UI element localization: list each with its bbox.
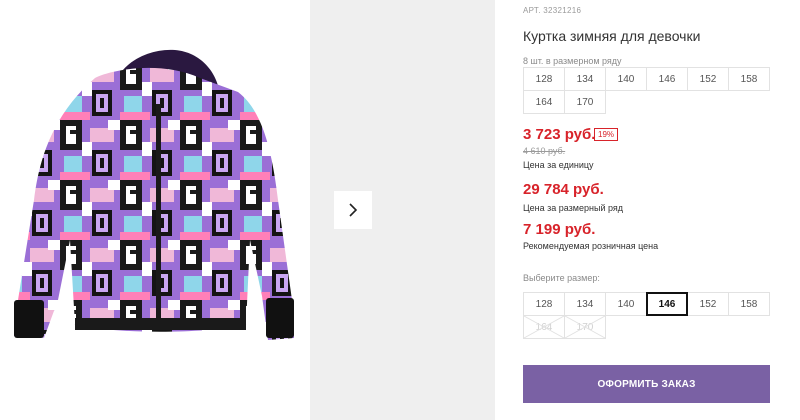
size-option: 170: [564, 315, 606, 339]
order-button[interactable]: ОФОРМИТЬ ЗАКАЗ: [523, 365, 770, 403]
size-option[interactable]: 134: [564, 292, 606, 316]
pack-price: 29 784 руб.: [523, 181, 604, 198]
size-selector: 128 134 140 146 152 158 164 170: [523, 292, 775, 339]
pack-size-cell: 170: [564, 90, 606, 114]
pack-size-cell: 152: [687, 67, 729, 91]
pack-size-cell: 128: [523, 67, 565, 91]
pack-size-cell: 146: [646, 67, 688, 91]
unavailable-cross-icon: [565, 316, 605, 338]
pack-size-cell: 140: [605, 67, 647, 91]
unit-price-label: Цена за единицу: [523, 160, 594, 170]
product-image[interactable]: [0, 0, 310, 420]
unavailable-cross-icon: [524, 316, 564, 338]
product-gallery: [0, 0, 495, 420]
old-price: 4 610 руб.: [523, 146, 566, 156]
discount-badge: 19%: [594, 128, 619, 141]
size-option[interactable]: 140: [605, 292, 647, 316]
size-option[interactable]: 158: [728, 292, 770, 316]
pack-size-label: 8 шт. в размерном ряду: [523, 56, 622, 66]
size-option[interactable]: 146: [646, 292, 688, 316]
next-image-button[interactable]: [334, 191, 372, 229]
pack-price-label: Цена за размерный ряд: [523, 203, 624, 213]
unit-price: 3 723 руб.: [523, 126, 596, 143]
product-info: АРТ. 32321216 Куртка зимняя для девочки …: [523, 0, 793, 420]
rrp-price: 7 199 руб.: [523, 221, 596, 238]
article-number: АРТ. 32321216: [523, 6, 582, 15]
pack-size-cell: 158: [728, 67, 770, 91]
pack-size-cell: 164: [523, 90, 565, 114]
size-option[interactable]: 152: [687, 292, 729, 316]
chevron-right-icon: [349, 203, 358, 217]
choose-size-label: Выберите размер:: [523, 273, 600, 283]
pack-size-grid: 128 134 140 146 152 158 164 170: [523, 67, 775, 114]
jacket-illustration: [14, 49, 294, 340]
product-title: Куртка зимняя для девочки: [523, 28, 701, 44]
rrp-price-label: Рекомендуемая розничная цена: [523, 241, 659, 251]
pack-size-cell: 134: [564, 67, 606, 91]
size-option[interactable]: 128: [523, 292, 565, 316]
size-option: 164: [523, 315, 565, 339]
